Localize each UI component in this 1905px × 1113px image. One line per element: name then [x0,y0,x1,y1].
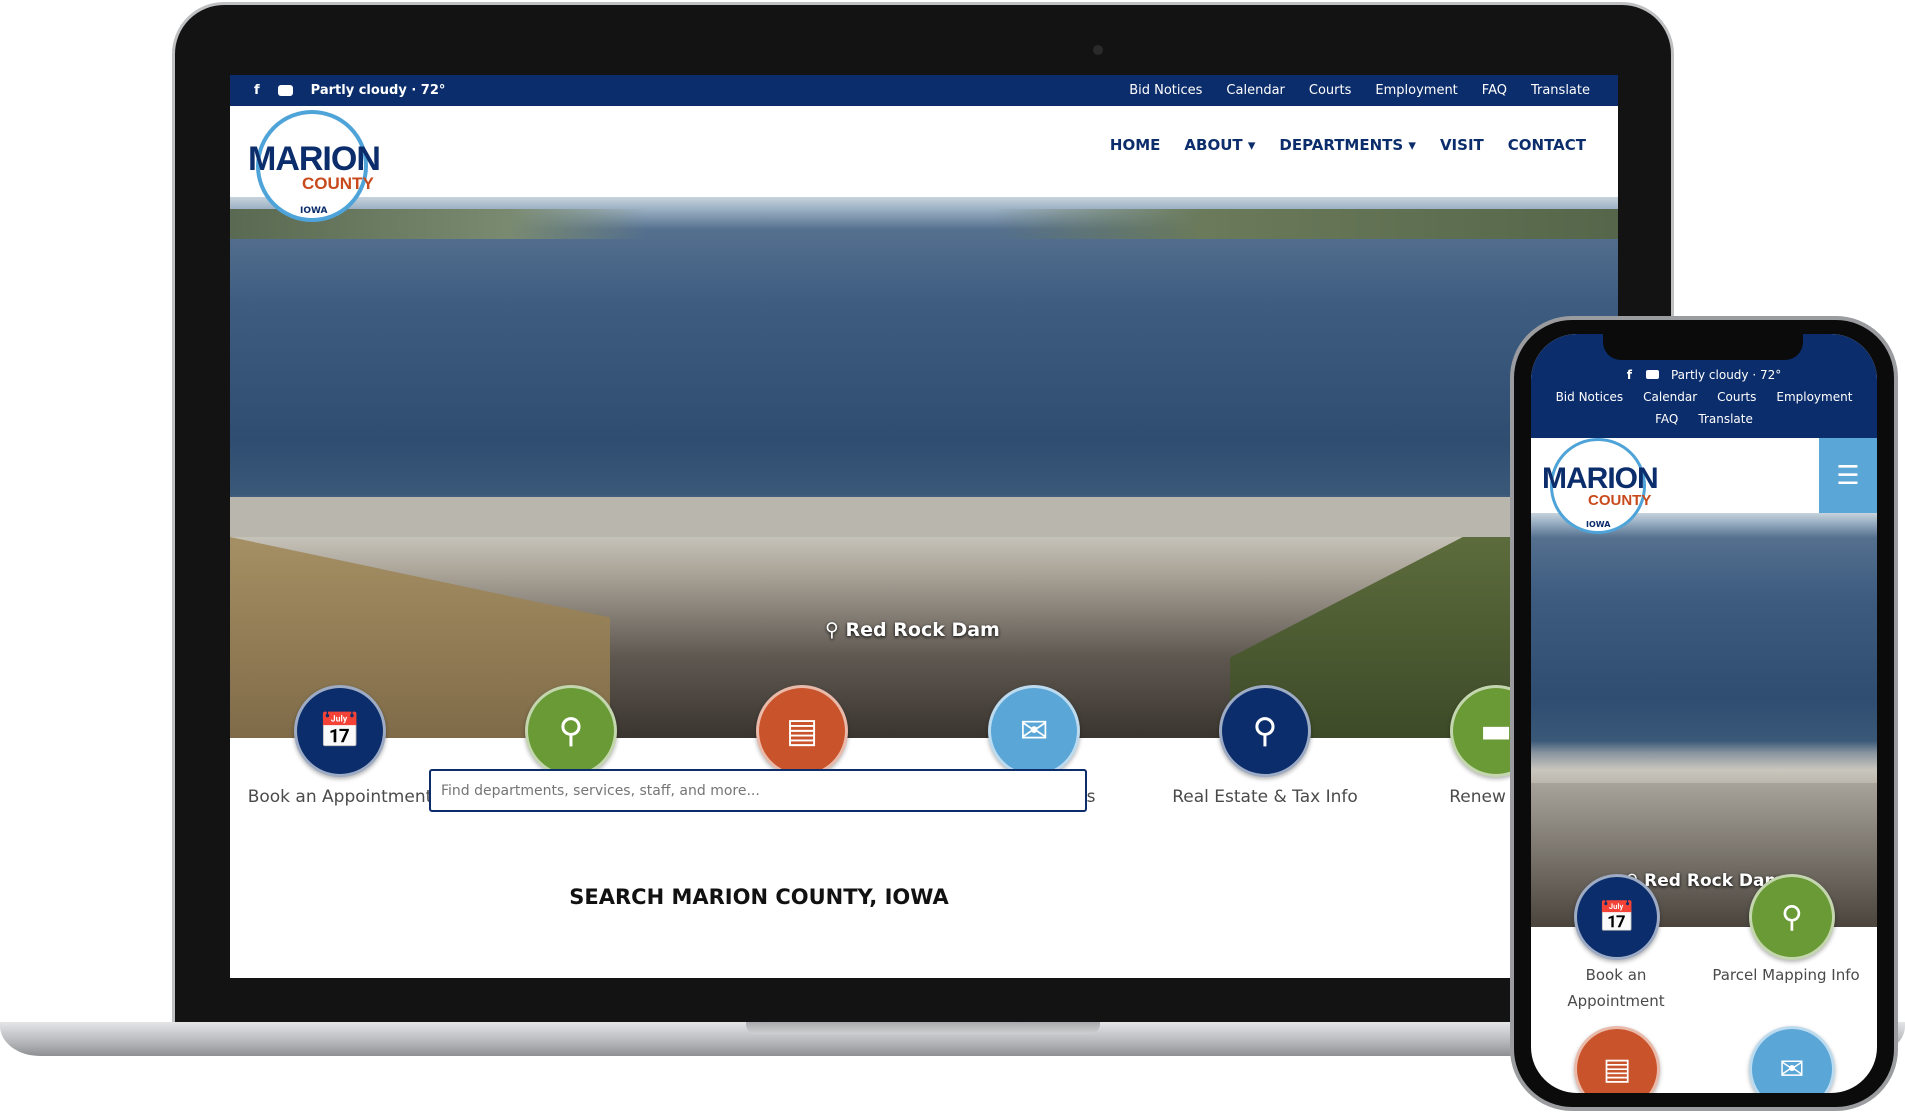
quicklink-label[interactable]: Real Estate & Tax Info [1155,787,1375,807]
facebook-icon[interactable]: f [254,83,260,98]
logo-state: IOWA [300,206,328,216]
link-translate[interactable]: Translate [1531,83,1590,98]
quicklink-1[interactable]: ⚲ [525,685,617,777]
link-calendar[interactable]: Calendar [1226,83,1284,98]
phone-notch [1603,334,1803,360]
map-pin-icon: ⚲ [825,619,846,641]
desktop-site: f Partly cloudy · 72° Bid Notices Calend… [230,75,1618,978]
id-card-icon: ▤ [1602,1051,1632,1087]
dam-road [230,497,1618,537]
mobile-label-parcel[interactable]: Parcel Mapping Info [1696,962,1876,988]
quicklink-2[interactable]: ▤ [756,685,848,777]
quicklink-label[interactable]: Book an Appointment [230,787,450,807]
mobile-hero-image: ⚲ Red Rock Dam [1531,513,1877,927]
link-calendar[interactable]: Calendar [1643,386,1697,408]
envelope-icon: ✉ [1019,711,1049,751]
logo-text: MARION [1542,462,1659,495]
weather: Partly cloudy · 72° [1670,368,1782,382]
weather: Partly cloudy · 72° [310,83,446,98]
caret-down-icon: ▾ [1247,136,1256,154]
caret-down-icon: ▾ [1408,136,1416,154]
laptop-notch [746,1022,1100,1034]
mobile-quicklink-1[interactable]: ⚲ [1749,874,1835,960]
map-pin-icon: ⚲ [558,711,584,751]
link-employment[interactable]: Employment [1375,83,1457,98]
map-pin-icon: ⚲ [1781,899,1803,935]
caption-text: Red Rock Dam [845,619,1000,641]
calendar-check-icon: 📅 [1598,899,1636,935]
nav-departments-label: DEPARTMENTS [1279,136,1404,154]
link-bid-notices[interactable]: Bid Notices [1556,386,1624,408]
logo-subtext: COUNTY [302,174,374,193]
main-nav: HOME ABOUT ▾ DEPARTMENTS ▾ VISIT CONTACT [1110,136,1586,154]
envelope-icon: ✉ [1779,1051,1805,1087]
quicklink-4[interactable]: ⚲ [1219,685,1311,777]
search-title: SEARCH MARION COUNTY, IOWA [569,885,949,909]
hamburger-menu-icon[interactable]: ☰ [1819,438,1877,513]
utility-bar: f Partly cloudy · 72° Bid Notices Calend… [230,75,1618,106]
camera [1093,45,1103,55]
mobile-label-book[interactable]: Book an Appointment [1541,962,1691,1014]
treeline [230,209,1618,239]
nav-contact[interactable]: CONTACT [1508,136,1586,154]
nav-visit[interactable]: VISIT [1440,136,1484,154]
header: HOME ABOUT ▾ DEPARTMENTS ▾ VISIT CONTACT [230,106,1618,197]
nav-departments[interactable]: DEPARTMENTS ▾ [1279,136,1416,154]
quicklink-3[interactable]: ✉ [988,685,1080,777]
logo-state: IOWA [1586,520,1611,529]
link-employment[interactable]: Employment [1776,386,1852,408]
label-line: Appointment [1567,992,1665,1010]
mobile-quicklink-2[interactable]: ▤ [1574,1026,1660,1093]
mobile-quicklink-0[interactable]: 📅 [1574,874,1660,960]
magnifier-icon: ⚲ [1252,711,1278,751]
search-input[interactable] [429,769,1087,812]
link-courts[interactable]: Courts [1309,83,1352,98]
label-line: Book an [1585,966,1647,984]
hero-caption: ⚲ Red Rock Dam [1531,871,1877,891]
hero-image: ⚲ Red Rock Dam [230,197,1618,738]
logo[interactable]: MARION COUNTY IOWA [248,110,381,222]
facebook-icon[interactable]: f [1627,368,1632,382]
mobile-logo[interactable]: MARION COUNTY IOWA [1542,438,1659,534]
link-faq[interactable]: FAQ [1655,408,1678,430]
mobile-quicklink-3[interactable]: ✉ [1749,1026,1835,1093]
nav-home[interactable]: HOME [1110,136,1160,154]
logo-subtext: COUNTY [1588,492,1652,509]
nav-about[interactable]: ABOUT ▾ [1184,136,1255,154]
link-translate[interactable]: Translate [1698,408,1753,430]
nav-about-label: ABOUT [1184,136,1243,154]
link-faq[interactable]: FAQ [1482,83,1507,98]
car-icon: ▬ [1479,711,1513,751]
quicklink-0[interactable]: 📅 [294,685,386,777]
youtube-icon[interactable] [1645,370,1659,379]
link-courts[interactable]: Courts [1717,386,1756,408]
link-bid-notices[interactable]: Bid Notices [1129,83,1202,98]
calendar-check-icon: 📅 [318,711,362,751]
youtube-icon[interactable] [277,85,293,96]
phone-frame: f Partly cloudy · 72° Bid Notices Calendar… [1510,316,1898,1111]
id-card-icon: ▤ [785,711,819,751]
hero-caption: ⚲ Red Rock Dam [825,619,1000,641]
